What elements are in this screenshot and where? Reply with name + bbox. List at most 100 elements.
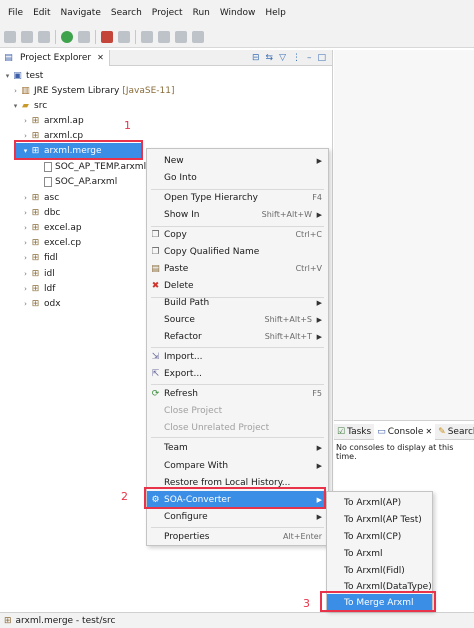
menu-item-build-path[interactable]: Build Path ▶ (147, 294, 328, 311)
console-icon: ▭ (377, 426, 386, 437)
tree-item-package[interactable]: › ⊞ asc (21, 190, 59, 205)
back-icon[interactable] (175, 30, 187, 43)
menu-file[interactable]: File (3, 8, 28, 18)
menu-project[interactable]: Project (147, 8, 188, 18)
collapsed-icon[interactable]: › (21, 285, 30, 293)
collapsed-icon[interactable]: › (21, 239, 30, 247)
expanded-icon[interactable]: ▾ (3, 72, 12, 80)
menu-item-refactor[interactable]: Refactor Shift+Alt+T ▶ (147, 328, 328, 345)
tree-item-package[interactable]: › ⊞ odx (21, 296, 61, 311)
tree-item-package[interactable]: › ⊞ ldf (21, 281, 55, 296)
refresh-icon: ⟳ (151, 388, 160, 399)
menu-item-open-type-hierarchy[interactable]: Open Type Hierarchy F4 (147, 189, 328, 206)
collapsed-icon[interactable]: › (21, 209, 30, 217)
tree-item-src[interactable]: ▾ ▰ src (11, 98, 47, 113)
tree-item-package[interactable]: › ⊞ fidl (21, 250, 58, 265)
package-icon: ⊞ (31, 298, 40, 309)
tree-item-package[interactable]: › ⊞ arxml.ap (21, 113, 84, 128)
menu-item-source[interactable]: Source Shift+Alt+S ▶ (147, 311, 328, 328)
tree-item-project[interactable]: ▾ ▣ test (3, 68, 44, 83)
close-icon[interactable]: ✕ (97, 53, 104, 62)
collapsed-icon[interactable]: › (21, 224, 30, 232)
run-dropdown-icon[interactable] (78, 30, 90, 43)
menu-item-label: Show In (164, 209, 200, 220)
submenu-item-to-arxml-ap-test[interactable]: To Arxml(AP Test) (327, 511, 432, 528)
view-menu-icon[interactable]: ⋮ (292, 53, 301, 63)
link-with-editor-icon[interactable]: ⇆ (266, 53, 274, 63)
menu-item-go-into[interactable]: Go Into (147, 169, 328, 186)
menu-navigate[interactable]: Navigate (56, 8, 106, 18)
collapsed-icon[interactable]: › (21, 254, 30, 262)
collapse-all-icon[interactable]: ⊟ (252, 53, 260, 63)
close-icon[interactable]: ✕ (425, 427, 432, 436)
tree-item-file[interactable]: SOC_AP.arxml (44, 174, 117, 189)
menu-item-delete[interactable]: ✖ Delete (147, 277, 328, 294)
collapsed-icon[interactable]: › (21, 132, 30, 140)
status-text: arxml.merge - test/src (15, 615, 116, 626)
menu-edit[interactable]: Edit (28, 8, 55, 18)
minimize-icon[interactable]: – (307, 53, 312, 63)
menu-help[interactable]: Help (260, 8, 291, 18)
next-annotation-icon[interactable] (141, 30, 153, 43)
tree-item-file[interactable]: SOC_AP_TEMP.arxml (44, 159, 146, 174)
tree-item-package[interactable]: › ⊞ dbc (21, 205, 60, 220)
forward-icon[interactable] (192, 30, 204, 43)
debug-icon[interactable] (101, 30, 113, 43)
menu-item-configure[interactable]: Configure ▶ (147, 508, 328, 525)
menu-item-copy[interactable]: ❐ Copy Ctrl+C (147, 226, 328, 243)
menu-item-show-in[interactable]: Show In Shift+Alt+W ▶ (147, 206, 328, 223)
tree-item-label: SOC_AP.arxml (55, 176, 118, 187)
tree-item-label: SOC_AP_TEMP.arxml (55, 161, 147, 172)
save-all-icon[interactable] (38, 30, 50, 43)
tree-item-label: dbc (44, 207, 61, 218)
collapsed-icon[interactable]: › (11, 87, 20, 95)
tree-item-package[interactable]: › ⊞ excel.ap (21, 220, 82, 235)
tree-item-jre[interactable]: › ▥ JRE System Library [JavaSE-11] (11, 83, 174, 98)
tab-console[interactable]: ▭ Console ✕ (374, 423, 436, 440)
menu-item-properties[interactable]: Properties Alt+Enter (147, 528, 328, 545)
menu-item-label: Build Path (164, 297, 210, 308)
project-folder-icon: ▣ (13, 70, 22, 81)
menu-item-new[interactable]: New ▶ (147, 152, 328, 169)
menu-search[interactable]: Search (106, 8, 147, 18)
package-icon: ⊞ (4, 615, 12, 626)
tree-item-label: odx (44, 298, 61, 309)
menu-item-compare-with[interactable]: Compare With ▶ (147, 457, 328, 474)
menu-item-refresh[interactable]: ⟳ Refresh F5 (147, 385, 328, 402)
expanded-icon[interactable]: ▾ (11, 102, 20, 110)
tree-item-package[interactable]: › ⊞ idl (21, 266, 55, 281)
run-icon[interactable] (61, 30, 73, 43)
submenu-item-to-arxml-fidl[interactable]: To Arxml(Fidl) (327, 562, 432, 579)
tree-item-package[interactable]: › ⊞ excel.cp (21, 235, 81, 250)
tab-tasks[interactable]: ☑ Tasks (334, 424, 374, 440)
tab-project-explorer[interactable]: ▤ Project Explorer ✕ (0, 49, 110, 66)
filter-icon[interactable]: ▽ (279, 53, 286, 63)
copy-qualified-name-icon: ❐ (151, 246, 160, 257)
menu-run[interactable]: Run (188, 8, 215, 18)
save-icon[interactable] (21, 30, 33, 43)
menu-item-paste[interactable]: ▤ Paste Ctrl+V (147, 260, 328, 277)
previous-annotation-icon[interactable] (158, 30, 170, 43)
menu-window[interactable]: Window (215, 8, 261, 18)
collapsed-icon[interactable]: › (21, 194, 30, 202)
menu-item-label: Go Into (164, 172, 197, 183)
maximize-icon[interactable]: □ (317, 53, 326, 63)
submenu-item-to-arxml-ap[interactable]: To Arxml(AP) (327, 494, 432, 511)
menu-item-copy-qualified-name[interactable]: ❐ Copy Qualified Name (147, 243, 328, 260)
project-explorer-icon: ▤ (4, 52, 13, 63)
collapsed-icon[interactable]: › (21, 117, 30, 125)
collapsed-icon[interactable]: › (21, 300, 30, 308)
menu-item-export[interactable]: ⇱ Export... (147, 365, 328, 382)
tree-item-label: excel.ap (44, 222, 82, 233)
new-file-icon[interactable] (4, 30, 16, 43)
package-icon: ⊞ (31, 222, 40, 233)
package-icon: ⊞ (31, 192, 40, 203)
tab-search[interactable]: ✎ Search (435, 424, 474, 440)
submenu-item-to-arxml-cp[interactable]: To Arxml(CP) (327, 528, 432, 545)
menu-item-import[interactable]: ⇲ Import... (147, 348, 328, 365)
menu-item-team[interactable]: Team ▶ (147, 439, 328, 456)
collapsed-icon[interactable]: › (21, 270, 30, 278)
open-type-icon[interactable] (118, 30, 130, 43)
submenu-item-to-arxml[interactable]: To Arxml (327, 545, 432, 562)
submenu-arrow-icon: ▶ (316, 443, 322, 452)
